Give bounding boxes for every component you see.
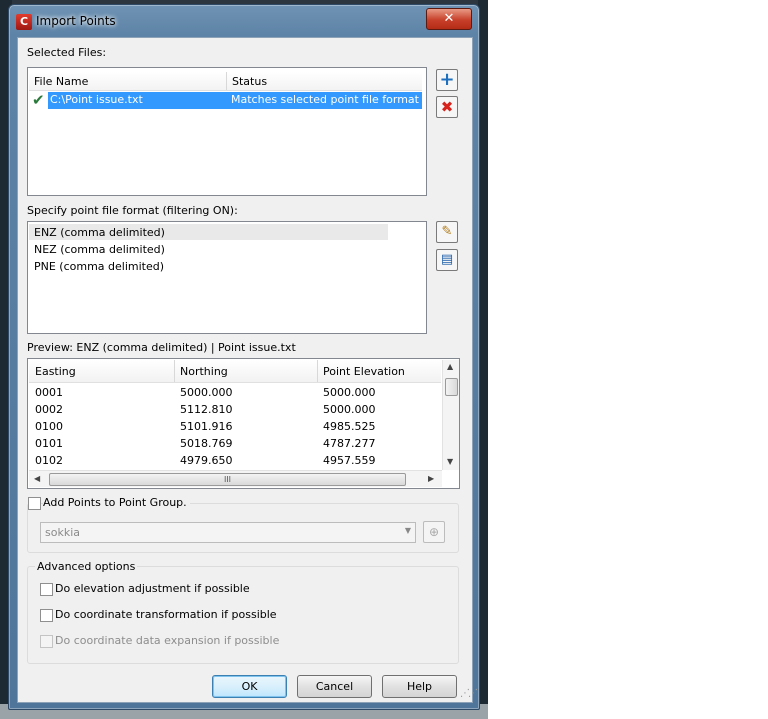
format-manager-icon: ▤	[440, 252, 454, 267]
plus-icon: +	[439, 69, 455, 90]
scroll-up-arrow-icon[interactable]: ▲	[447, 362, 453, 371]
edit-format-button[interactable]: ✎	[436, 221, 458, 243]
scroll-down-arrow-icon[interactable]: ▼	[447, 457, 453, 466]
column-header-status[interactable]: Status	[232, 75, 267, 88]
chevron-down-icon: ▼	[404, 526, 411, 535]
window-title: Import Points	[36, 14, 116, 28]
cell-easting: 0101	[35, 437, 63, 450]
cell-easting: 0100	[35, 420, 63, 433]
horizontal-scroll-thumb[interactable]: III	[49, 473, 406, 486]
cell-easting: 0002	[35, 403, 63, 416]
column-header-northing[interactable]: Northing	[180, 365, 228, 378]
format-item[interactable]: ENZ (comma delimited)	[34, 226, 165, 239]
cell-elevation: 5000.000	[323, 403, 376, 416]
column-header-file-name[interactable]: File Name	[34, 75, 88, 88]
files-header: File Name Status	[29, 72, 422, 91]
cell-northing: 4979.650	[180, 454, 233, 467]
preview-header: Easting Northing Point Elevation	[29, 360, 441, 383]
app-icon: C	[16, 14, 32, 30]
format-item[interactable]: NEZ (comma delimited)	[34, 243, 165, 256]
scroll-right-arrow-icon[interactable]: ▶	[428, 474, 434, 483]
point-group-value: sokkia	[45, 526, 80, 539]
remove-file-button[interactable]: ✖	[436, 96, 458, 118]
format-label: Specify point file format (filtering ON)…	[27, 204, 238, 217]
column-separator[interactable]	[174, 360, 175, 382]
selected-files-list[interactable]: File Name Status ✔ C:\Point issue.txt Ma…	[27, 67, 427, 196]
format-list[interactable]: ENZ (comma delimited) NEZ (comma delimit…	[27, 221, 427, 334]
scroll-left-arrow-icon[interactable]: ◀	[34, 474, 40, 483]
add-to-point-group-checkbox[interactable]	[28, 497, 41, 510]
advanced-options-legend: Advanced options	[35, 560, 138, 573]
preview-vertical-scrollbar[interactable]: ▲ ▼	[442, 360, 459, 470]
elevation-adjustment-checkbox[interactable]	[40, 583, 53, 596]
cell-northing: 5112.810	[180, 403, 233, 416]
dialog-body: Selected Files: File Name Status ✔ C:\Po…	[17, 37, 478, 703]
checkmark-icon: ✔	[32, 91, 45, 109]
point-group-combo: sokkia ▼	[40, 522, 416, 543]
cell-elevation: 4787.277	[323, 437, 376, 450]
coordinate-transformation-checkbox[interactable]	[40, 609, 53, 622]
cell-easting: 0001	[35, 386, 63, 399]
file-name: C:\Point issue.txt	[50, 93, 143, 106]
title-bar[interactable]: C Import Points ✕	[9, 5, 479, 37]
cell-elevation: 4985.525	[323, 420, 376, 433]
add-file-button[interactable]: +	[436, 69, 458, 91]
add-to-point-group-label[interactable]: Add Points to Point Group.	[43, 496, 190, 509]
delete-icon: ✖	[440, 98, 454, 116]
preview-label: Preview: ENZ (comma delimited) | Point i…	[27, 341, 296, 354]
file-status: Matches selected point file format	[231, 93, 419, 106]
cell-elevation: 5000.000	[323, 386, 376, 399]
cell-easting: 0102	[35, 454, 63, 467]
preview-grid[interactable]: Easting Northing Point Elevation 0001 50…	[27, 358, 460, 489]
preview-horizontal-scrollbar[interactable]: ◀ III ▶	[29, 470, 442, 487]
file-row[interactable]: C:\Point issue.txt Matches selected poin…	[48, 92, 422, 109]
cell-elevation: 4957.559	[323, 454, 376, 467]
import-points-dialog: C Import Points ✕ Selected Files: File N…	[8, 4, 480, 710]
column-header-point-elevation[interactable]: Point Elevation	[323, 365, 405, 378]
ok-button[interactable]: OK	[212, 675, 287, 698]
format-item[interactable]: PNE (comma delimited)	[34, 260, 164, 273]
coordinate-expansion-label: Do coordinate data expansion if possible	[55, 634, 280, 647]
edit-format-icon: ✎	[441, 224, 453, 239]
elevation-adjustment-label[interactable]: Do elevation adjustment if possible	[55, 582, 250, 595]
column-separator[interactable]	[317, 360, 318, 382]
vertical-scroll-thumb[interactable]	[445, 378, 458, 396]
column-separator[interactable]	[226, 72, 227, 90]
coordinate-transformation-label[interactable]: Do coordinate transformation if possible	[55, 608, 277, 621]
point-group-pick-button: ⊕	[423, 521, 445, 543]
target-icon: ⊕	[428, 525, 440, 539]
cancel-button[interactable]: Cancel	[297, 675, 372, 698]
cell-northing: 5101.916	[180, 420, 233, 433]
resize-grip-icon[interactable]: ⋰⋰	[460, 688, 478, 699]
selected-files-label: Selected Files:	[27, 46, 107, 59]
coordinate-expansion-checkbox	[40, 635, 53, 648]
help-button[interactable]: Help	[382, 675, 457, 698]
column-header-easting[interactable]: Easting	[35, 365, 76, 378]
cell-northing: 5018.769	[180, 437, 233, 450]
manage-formats-button[interactable]: ▤	[436, 249, 458, 271]
cell-northing: 5000.000	[180, 386, 233, 399]
close-button[interactable]: ✕	[426, 8, 472, 30]
